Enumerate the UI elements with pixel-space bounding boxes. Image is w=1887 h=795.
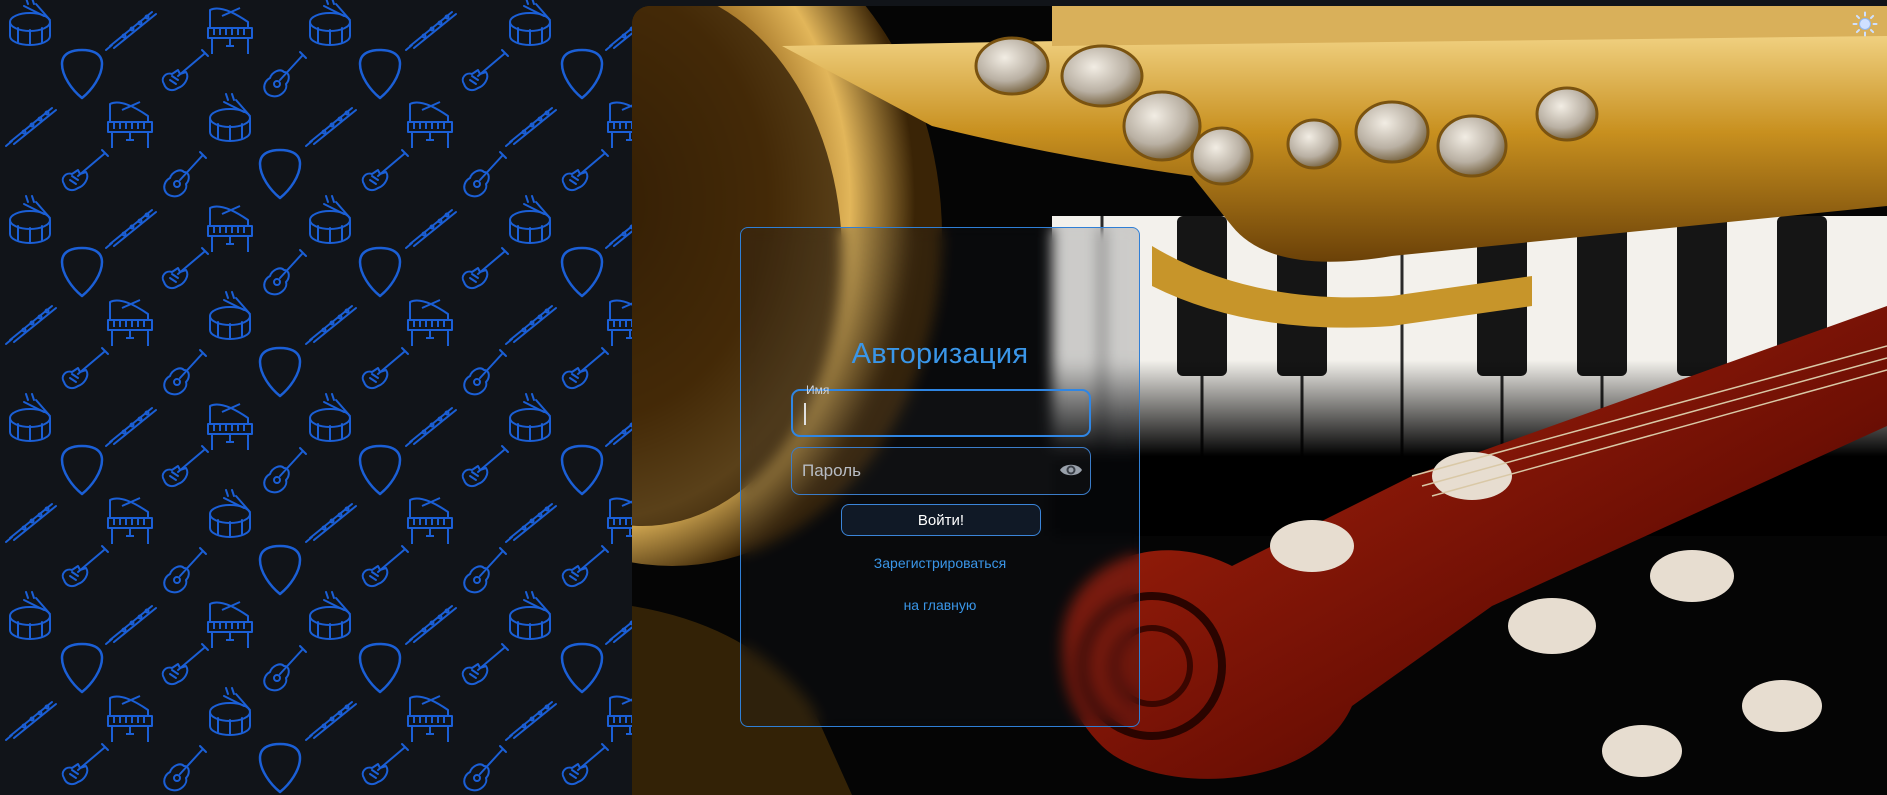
music-instruments-pattern bbox=[5, 0, 632, 795]
login-title: Авторизация bbox=[851, 338, 1029, 370]
password-input[interactable] bbox=[802, 448, 1062, 494]
password-field[interactable] bbox=[791, 447, 1091, 495]
text-cursor bbox=[804, 403, 806, 425]
login-submit-button[interactable]: Войти! bbox=[841, 504, 1041, 536]
sun-icon bbox=[1852, 11, 1878, 37]
login-card: Авторизация Имя Войти! Зарегистрироватьс… bbox=[740, 227, 1140, 727]
pattern-panel bbox=[0, 0, 632, 795]
home-link[interactable]: на главную bbox=[741, 597, 1139, 613]
eye-icon[interactable] bbox=[1058, 459, 1084, 481]
name-input[interactable] bbox=[803, 391, 1063, 435]
theme-toggle-button[interactable] bbox=[1851, 10, 1879, 38]
name-field[interactable]: Имя bbox=[791, 383, 1091, 437]
register-link[interactable]: Зарегистрироваться bbox=[741, 555, 1139, 571]
